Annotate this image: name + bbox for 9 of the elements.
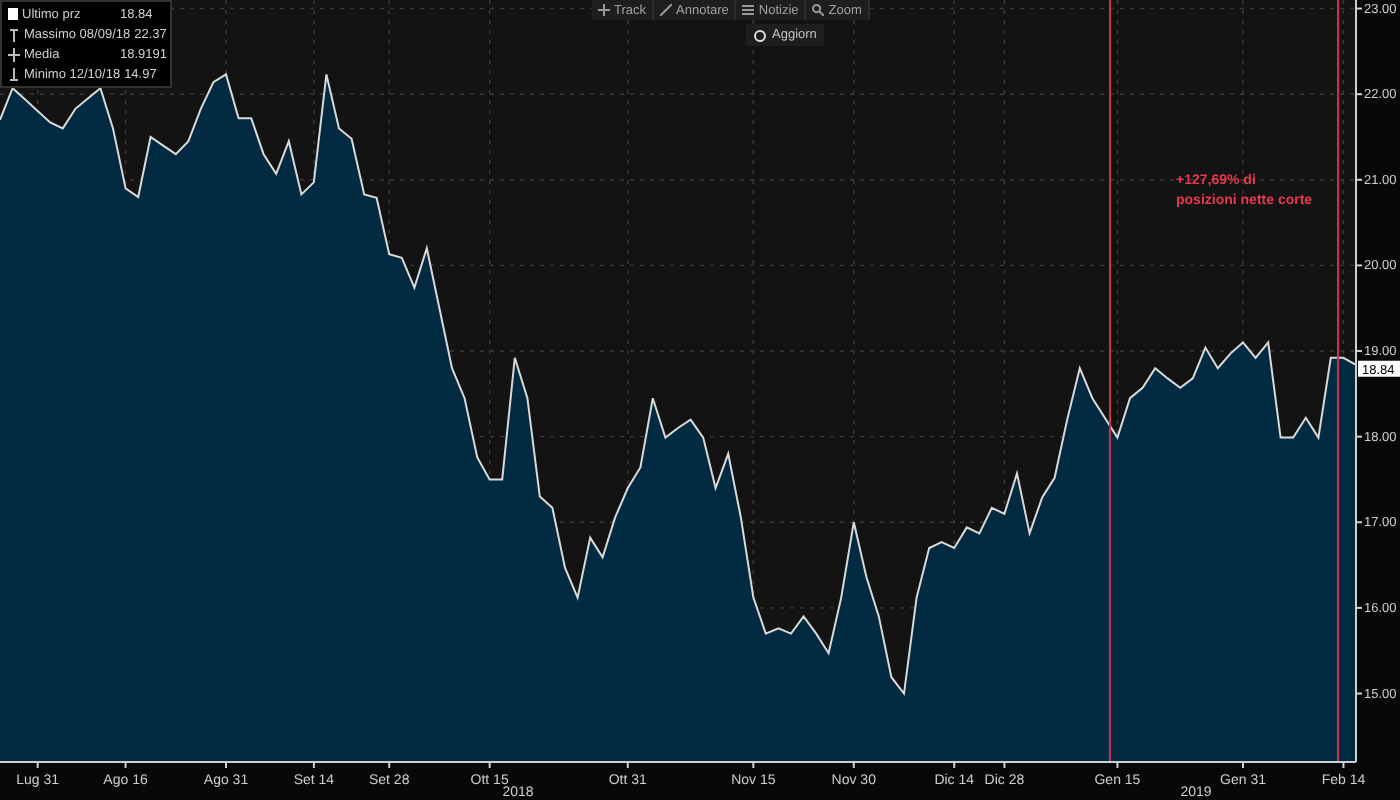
square-icon [8, 8, 18, 20]
cross-icon [8, 47, 20, 61]
search-icon [812, 4, 825, 16]
tick-mark-icon [8, 27, 20, 41]
tick-mark-icon [8, 67, 20, 81]
pencil-icon [660, 4, 673, 16]
lines-icon [742, 4, 755, 16]
plus-icon [598, 4, 610, 16]
circle-icon [754, 29, 766, 41]
